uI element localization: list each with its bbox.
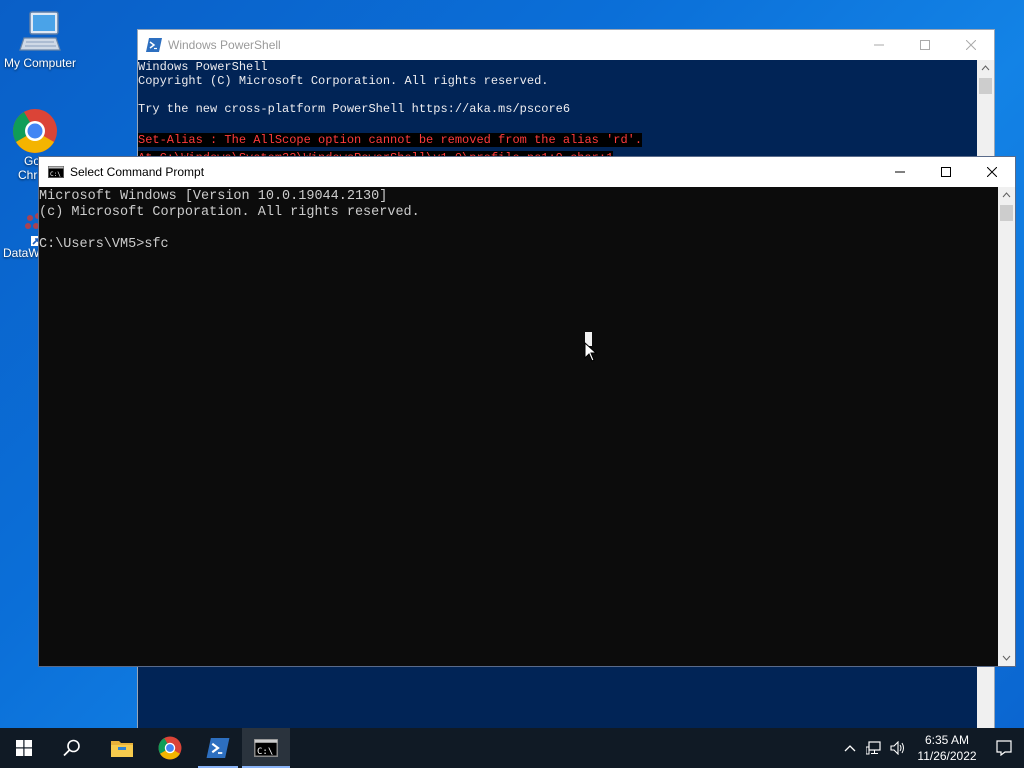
chevron-up-icon bbox=[844, 745, 856, 752]
desktop-icon-label: My Computer bbox=[3, 56, 77, 70]
search-icon bbox=[63, 739, 80, 757]
clock-time: 6:35 AM bbox=[924, 733, 970, 747]
taskbar-file-explorer[interactable] bbox=[98, 728, 146, 768]
cmd-window[interactable]: C:\ Select Command Prompt Microsoft Wind… bbox=[38, 156, 1016, 667]
console-line: Try the new cross-platform PowerShell ht… bbox=[138, 102, 571, 116]
cmd-title-bar[interactable]: C:\ Select Command Prompt bbox=[39, 157, 1015, 187]
network-icon bbox=[866, 741, 881, 755]
console-line: Microsoft Windows [Version 10.0.19044.21… bbox=[39, 189, 388, 204]
maximize-icon bbox=[920, 40, 930, 50]
close-icon bbox=[987, 167, 997, 177]
file-explorer-icon bbox=[111, 741, 133, 757]
close-button[interactable] bbox=[948, 30, 994, 60]
minimize-button[interactable] bbox=[877, 157, 923, 187]
clock-date: 11/26/2022 bbox=[917, 749, 977, 763]
svg-text:C:\: C:\ bbox=[50, 171, 61, 178]
cmd-scrollbar[interactable] bbox=[998, 187, 1015, 666]
maximize-button[interactable] bbox=[902, 30, 948, 60]
console-prompt-line[interactable]: C:\Users\VM5>sfc bbox=[39, 237, 998, 253]
chrome-icon bbox=[13, 109, 57, 153]
console-line: Windows PowerShell bbox=[138, 60, 268, 74]
clock[interactable]: 6:35 AM 11/26/2022 bbox=[910, 732, 984, 764]
scroll-down-icon bbox=[1002, 655, 1011, 661]
taskbar-chrome[interactable] bbox=[146, 728, 194, 768]
volume-icon bbox=[890, 741, 904, 755]
console-line: (c) Microsoft Corporation. All rights re… bbox=[39, 205, 420, 220]
volume-button[interactable] bbox=[886, 728, 910, 768]
scrollbar-thumb[interactable] bbox=[979, 78, 992, 94]
console-line: Copyright (C) Microsoft Corporation. All… bbox=[138, 74, 549, 88]
scroll-up-icon bbox=[1002, 192, 1011, 198]
chrome-icon bbox=[158, 736, 182, 760]
notification-icon bbox=[996, 740, 1012, 756]
show-hidden-icons-button[interactable] bbox=[838, 728, 862, 768]
cmd-icon: C:\ bbox=[254, 739, 278, 757]
minimize-icon bbox=[895, 171, 905, 173]
start-icon bbox=[16, 740, 32, 756]
close-icon bbox=[966, 40, 976, 50]
maximize-button[interactable] bbox=[923, 157, 969, 187]
close-button[interactable] bbox=[969, 157, 1015, 187]
powershell-title: Windows PowerShell bbox=[168, 38, 281, 52]
minimize-icon bbox=[874, 44, 884, 46]
system-tray: 6:35 AM 11/26/2022 bbox=[838, 728, 1024, 768]
action-center-button[interactable] bbox=[984, 728, 1024, 768]
start-button[interactable] bbox=[0, 728, 48, 768]
console-error-line: Set-Alias : The AllScope option cannot b… bbox=[138, 133, 643, 147]
scrollbar-thumb[interactable] bbox=[1000, 205, 1013, 221]
powershell-title-bar[interactable]: Windows PowerShell bbox=[138, 30, 994, 60]
cmd-title: Select Command Prompt bbox=[70, 165, 205, 179]
taskbar-powershell[interactable] bbox=[194, 728, 242, 768]
powershell-icon bbox=[206, 738, 230, 758]
cmd-console[interactable]: Microsoft Windows [Version 10.0.19044.21… bbox=[39, 187, 998, 666]
cmd-icon: C:\ bbox=[48, 166, 64, 178]
mouse-pointer-icon bbox=[584, 342, 598, 362]
taskbar: C:\ 6:35 AM 11/26/2022 bbox=[0, 728, 1024, 768]
taskbar-cmd[interactable]: C:\ bbox=[242, 728, 290, 768]
computer-icon bbox=[19, 11, 61, 51]
svg-text:C:\: C:\ bbox=[257, 747, 273, 757]
minimize-button[interactable] bbox=[856, 30, 902, 60]
powershell-icon bbox=[146, 38, 162, 52]
scroll-up-icon bbox=[981, 65, 990, 71]
desktop-icon-my-computer[interactable]: My Computer bbox=[0, 8, 80, 70]
network-button[interactable] bbox=[862, 728, 886, 768]
maximize-icon bbox=[941, 167, 951, 177]
search-button[interactable] bbox=[48, 728, 96, 768]
